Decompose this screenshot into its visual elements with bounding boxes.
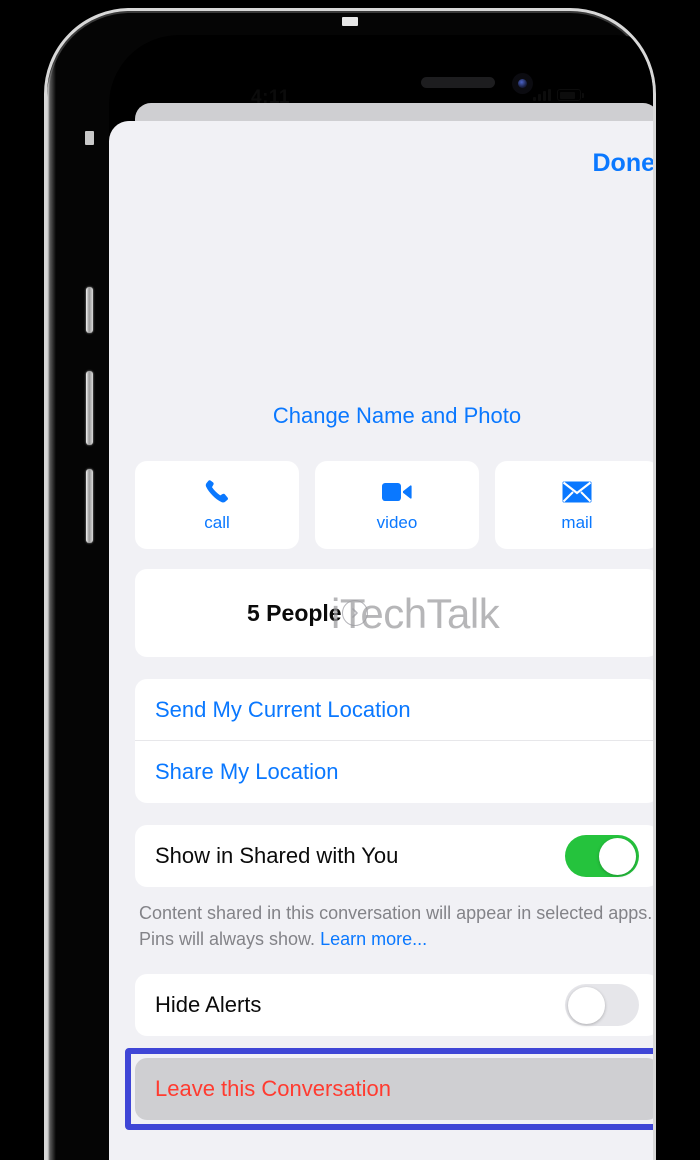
mail-action-button[interactable]: mail <box>495 461 653 549</box>
people-row[interactable]: 5 People <box>135 569 653 657</box>
video-action-button[interactable]: video <box>315 461 479 549</box>
learn-more-link[interactable]: Learn more... <box>320 929 427 949</box>
leave-this-conversation-label: Leave this Conversation <box>155 1076 392 1102</box>
battery-icon <box>557 89 584 101</box>
show-in-shared-with-you-toggle[interactable] <box>565 835 639 877</box>
people-count-label: 5 People <box>247 599 342 626</box>
earpiece-speaker-icon <box>421 77 495 88</box>
location-group-card: Send My Current Location Share My Locati… <box>135 679 653 803</box>
sheet-header: Done <box>109 121 654 199</box>
leave-conversation-wrapper: Leave this Conversation <box>125 1048 653 1131</box>
share-my-location-row[interactable]: Share My Location <box>135 741 653 803</box>
call-action-label: call <box>204 512 230 532</box>
done-button[interactable]: Done <box>589 147 654 180</box>
video-camera-icon <box>382 478 412 506</box>
top-antenna-band <box>342 17 358 26</box>
status-bar-indicators <box>533 89 584 101</box>
shared-with-you-caption: Content shared in this conversation will… <box>139 901 653 952</box>
front-camera-icon <box>512 73 533 94</box>
mail-action-label: mail <box>561 512 593 532</box>
send-my-current-location-label: Send My Current Location <box>155 696 411 722</box>
cellular-bars-icon <box>533 89 551 101</box>
envelope-icon <box>562 478 592 506</box>
quick-actions-row: call video mail <box>109 429 653 549</box>
ring-silent-switch[interactable] <box>86 287 93 333</box>
left-antenna-band <box>85 131 94 145</box>
screenshot-stage: 4:11 Done Change Name and Photo call vid… <box>0 0 700 1160</box>
people-group-card: 5 People <box>135 569 653 657</box>
shared-with-you-group-card: Show in Shared with You <box>135 825 653 887</box>
show-in-shared-with-you-label: Show in Shared with You <box>155 843 399 868</box>
hide-alerts-row[interactable]: Hide Alerts <box>135 974 653 1036</box>
phone-screen: 4:11 Done Change Name and Photo call vid… <box>109 35 654 1160</box>
chevron-right-circle-icon[interactable] <box>341 600 368 626</box>
change-name-and-photo-button[interactable]: Change Name and Photo <box>109 399 653 429</box>
volume-down-button[interactable] <box>86 469 93 543</box>
display-notch <box>299 35 495 69</box>
toggle-knob <box>567 986 605 1024</box>
video-action-label: video <box>376 512 418 532</box>
hide-alerts-label: Hide Alerts <box>155 992 262 1018</box>
share-my-location-label: Share My Location <box>155 759 339 784</box>
group-avatar-area[interactable] <box>109 199 653 399</box>
phone-icon <box>203 478 231 506</box>
conversation-details-sheet: Done Change Name and Photo call video ma… <box>109 121 654 1160</box>
leave-this-conversation-row[interactable]: Leave this Conversation <box>135 1058 653 1121</box>
hide-alerts-toggle[interactable] <box>565 984 639 1027</box>
hide-alerts-group-card: Hide Alerts <box>135 974 653 1037</box>
toggle-knob <box>599 837 636 875</box>
volume-up-button[interactable] <box>86 371 93 445</box>
show-in-shared-with-you-row[interactable]: Show in Shared with You <box>135 825 653 887</box>
send-my-current-location-row[interactable]: Send My Current Location <box>135 679 653 741</box>
call-action-button[interactable]: call <box>135 461 299 549</box>
iphone-device-frame: 4:11 Done Change Name and Photo call vid… <box>44 8 656 1160</box>
